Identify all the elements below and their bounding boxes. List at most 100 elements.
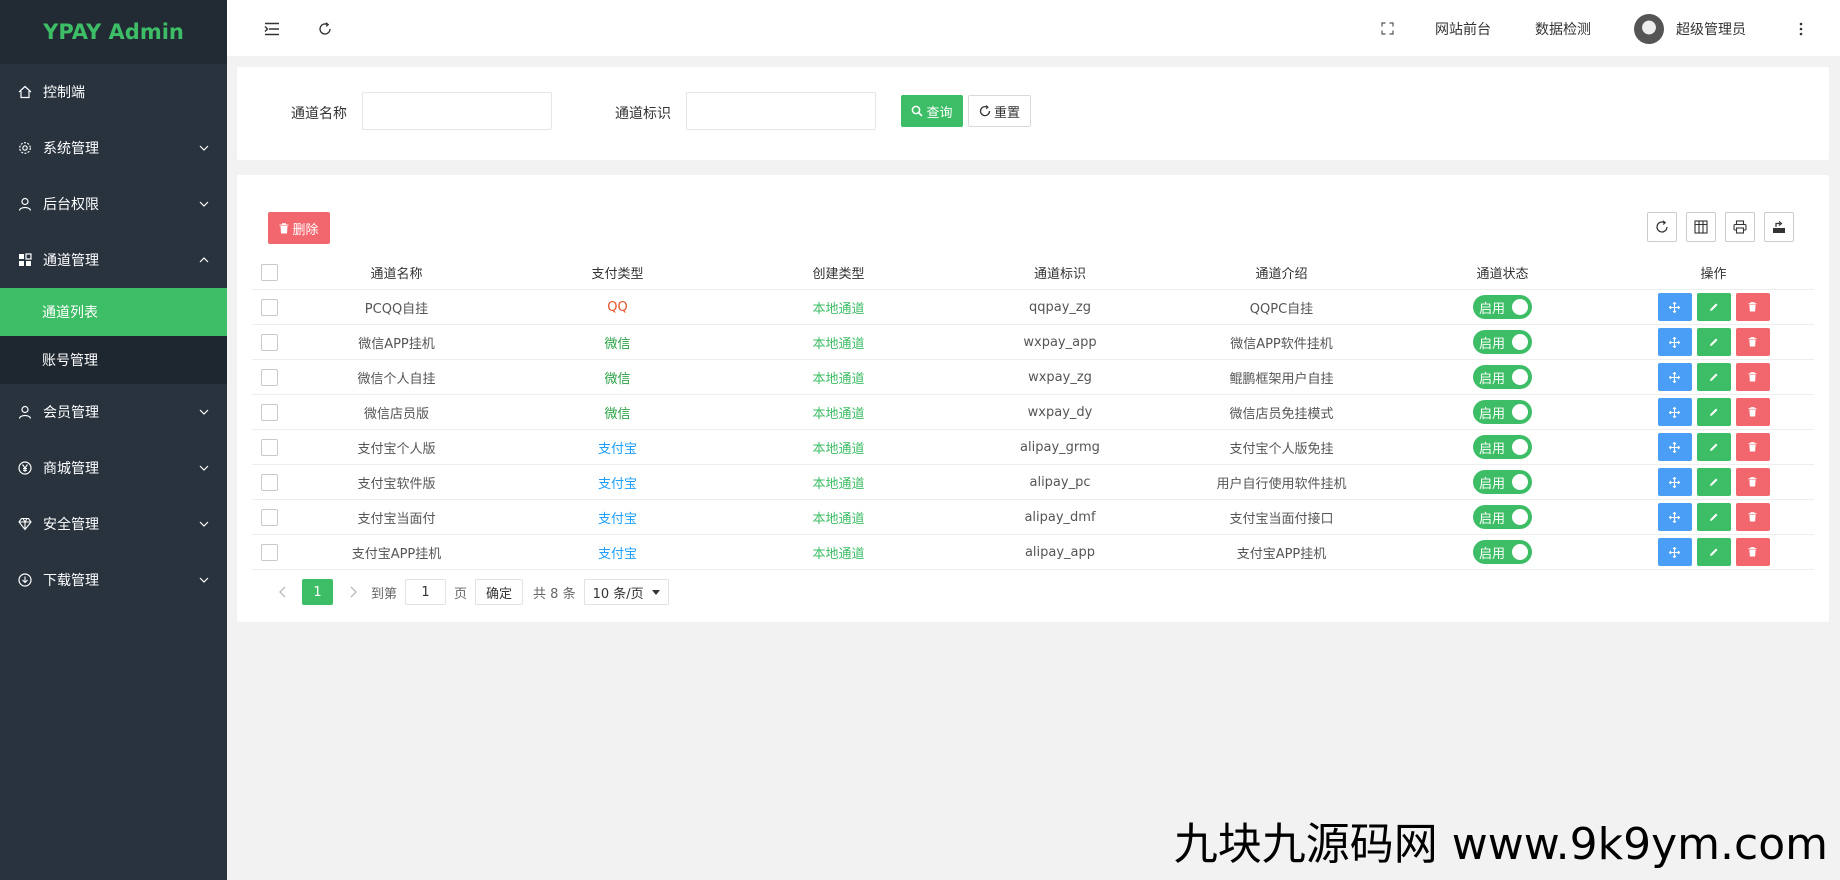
sidebar-item-label: 控制端 [43,85,85,101]
column-header[interactable]: 通道标识 [949,263,1171,282]
status-toggle[interactable]: 启用 [1473,400,1532,424]
edit-button[interactable] [1696,468,1731,496]
delete-button[interactable] [1735,503,1770,531]
column-header[interactable]: 通道状态 [1392,263,1613,282]
next-page-button[interactable] [339,579,367,605]
delete-button[interactable] [1735,538,1770,566]
cell-create-type: 本地通道 [812,546,865,562]
status-toggle[interactable]: 启用 [1473,435,1532,459]
sidebar-item-system[interactable]: 系统管理 [0,120,227,176]
goto-confirm-button[interactable]: 确定 [475,579,524,605]
table-refresh-button[interactable] [1647,212,1677,242]
delete-button-label: 删除 [292,222,319,238]
row-checkbox[interactable] [260,368,278,386]
site-frontend-link[interactable]: 网站前台 [1435,0,1491,57]
cell-channel-name: 支付宝软件版 [357,476,436,492]
select-all-checkbox[interactable] [260,263,278,281]
row-checkbox[interactable] [260,333,278,351]
move-button[interactable] [1657,503,1692,531]
row-checkbox[interactable] [260,473,278,491]
sidebar-subitem-account-management[interactable]: 账号管理 [0,336,227,384]
edit-button[interactable] [1696,293,1731,321]
row-checkbox[interactable] [260,403,278,421]
delete-button[interactable] [1735,433,1770,461]
edit-button[interactable] [1696,538,1731,566]
table-row: 微信个人自挂 微信 本地通道 wxpay_zg 鲲鹏框架用户自挂 启用 [252,360,1814,395]
sidebar-item-shop[interactable]: 商城管理 [0,440,227,496]
status-toggle[interactable]: 启用 [1473,470,1532,494]
move-button[interactable] [1657,538,1692,566]
trash-icon [1748,302,1757,312]
menu-toggle-icon[interactable] [262,0,282,57]
status-toggle[interactable]: 启用 [1473,295,1532,319]
sidebar-item-admin-permissions[interactable]: 后台权限 [0,176,227,232]
sidebar-item-channel-management[interactable]: 通道管理 [0,232,227,288]
sidebar-item-security[interactable]: 安全管理 [0,496,227,552]
prev-page-button[interactable] [268,579,296,605]
toggle-knob [1512,544,1528,560]
channel-id-input[interactable] [686,92,876,130]
more-options-icon[interactable] [1793,0,1809,57]
delete-button[interactable] [1735,328,1770,356]
column-filter-button[interactable] [1686,212,1716,242]
chevron-up-icon [199,255,209,265]
move-button[interactable] [1657,293,1692,321]
cell-channel-id: alipay_dmf [1024,509,1096,525]
delete-button[interactable] [1735,363,1770,391]
move-button[interactable] [1657,433,1692,461]
column-header[interactable]: 通道介绍 [1171,263,1392,282]
current-page[interactable]: 1 [302,579,333,605]
fullscreen-icon[interactable] [1377,0,1397,57]
sidebar-item-members[interactable]: 会员管理 [0,384,227,440]
column-header[interactable]: 支付类型 [507,263,728,282]
reset-button[interactable]: 重置 [968,95,1031,127]
edit-button[interactable] [1696,363,1731,391]
pencil-icon [1709,548,1717,556]
toggle-knob [1512,404,1528,420]
move-button[interactable] [1657,328,1692,356]
page-size-select[interactable]: 10 条/页 [583,579,669,605]
batch-delete-button[interactable]: 删除 [268,212,330,244]
status-toggle[interactable]: 启用 [1473,365,1532,389]
status-toggle[interactable]: 启用 [1473,505,1532,529]
row-checkbox[interactable] [260,543,278,561]
cell-create-type: 本地通道 [812,511,865,527]
cell-create-type: 本地通道 [812,406,865,422]
move-button[interactable] [1657,468,1692,496]
edit-button[interactable] [1696,398,1731,426]
edit-button[interactable] [1696,433,1731,461]
row-checkbox[interactable] [260,438,278,456]
row-checkbox[interactable] [260,508,278,526]
column-header[interactable]: 通道名称 [286,263,507,282]
cell-channel-id: alipay_app [1024,544,1096,560]
toggle-knob [1512,299,1528,315]
export-button[interactable] [1764,212,1794,242]
print-button[interactable] [1725,212,1755,242]
cell-channel-intro: 微信APP软件挂机 [1230,336,1333,352]
move-button[interactable] [1657,363,1692,391]
data-check-link[interactable]: 数据检测 [1535,0,1591,57]
edit-button[interactable] [1696,503,1731,531]
delete-button[interactable] [1735,293,1770,321]
sidebar-item-console[interactable]: 控制端 [0,64,227,120]
diamond-icon [17,516,33,532]
user-menu[interactable]: 超级管理员 [1634,0,1746,57]
status-toggle[interactable]: 启用 [1473,330,1532,354]
cell-channel-id: wxpay_zg [1028,369,1092,385]
move-button[interactable] [1657,398,1692,426]
edit-button[interactable] [1696,328,1731,356]
status-toggle[interactable]: 启用 [1473,540,1532,564]
channel-name-input[interactable] [362,92,552,130]
total-count: 共 8 条 [533,586,576,602]
refresh-icon[interactable] [315,0,335,57]
toggle-knob [1512,369,1528,385]
delete-button[interactable] [1735,398,1770,426]
sidebar-subitem-channel-list[interactable]: 通道列表 [0,288,227,336]
query-button[interactable]: 查询 [901,95,963,127]
row-checkbox[interactable] [260,298,278,316]
delete-button[interactable] [1735,468,1770,496]
goto-page-input[interactable] [405,579,447,605]
sidebar-item-downloads[interactable]: 下载管理 [0,552,227,608]
channel-id-label: 通道标识 [615,106,671,122]
column-header[interactable]: 创建类型 [728,263,949,282]
